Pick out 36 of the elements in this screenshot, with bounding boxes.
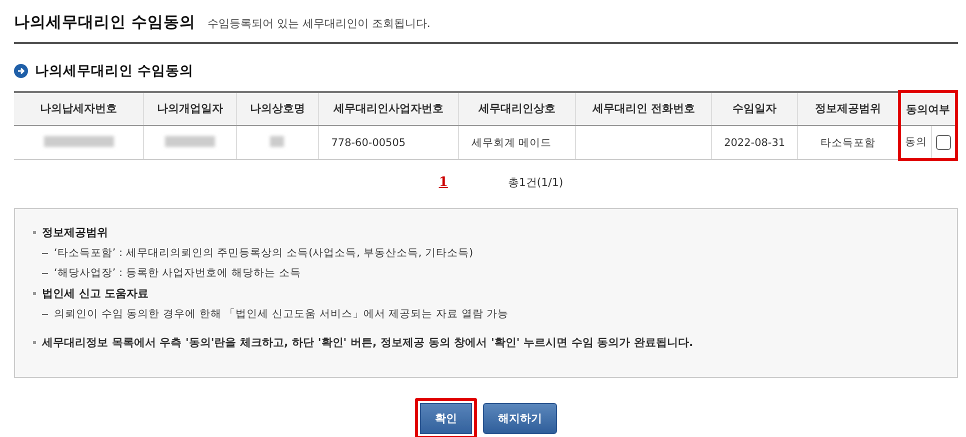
table-cell: 778-60-00505 [318, 126, 459, 160]
arrow-circle-icon [14, 64, 28, 78]
column-header: 세무대리인사업자번호 [318, 92, 459, 126]
info-text: 의뢰인이 수임 동의한 경우에 한해 「법인세 신고도움 서비스」에서 제공되는 자료 열람 가능 [54, 307, 509, 321]
bullet-icon [33, 292, 36, 295]
info-text: 법인세 신고 도움자료 [42, 286, 149, 301]
section-title: 나의세무대리인 수임동의 [35, 62, 194, 80]
column-header: 동의여부 [900, 92, 956, 126]
cancel-button[interactable]: 해지하기 [483, 403, 557, 434]
redacted-value [44, 136, 114, 146]
page-title: 나의세무대리인 수임동의 [14, 12, 196, 33]
column-header: 세무대리인 전화번호 [575, 92, 712, 126]
dash-icon [42, 252, 48, 254]
info-text: ‘타소득포함’ : 세무대리의뢰인의 주민등록상의 소득(사업소득, 부동산소득, 기타소득) [54, 246, 474, 260]
column-header: 나의납세자번호 [14, 92, 144, 126]
column-header: 나의개업일자 [144, 92, 236, 126]
info-text: ‘해당사업장’ : 등록한 사업자번호에 해당하는 소득 [54, 266, 301, 280]
checkbox[interactable] [936, 134, 951, 150]
redacted-value [270, 136, 284, 146]
page-subtitle: 수임등록되어 있는 세무대리인이 조회됩니다. [207, 16, 430, 31]
redacted-value [164, 136, 215, 146]
info-text: 정보제공범위 [42, 225, 108, 240]
column-header: 세무대리인상호 [458, 92, 576, 126]
dash-icon [42, 272, 48, 274]
table-cell: 세무회계 메이드 [458, 126, 576, 160]
bullet-icon [33, 341, 36, 344]
table-cell: 2022-08-31 [712, 126, 798, 160]
bullet-icon [33, 231, 36, 234]
column-header: 수임일자 [712, 92, 798, 126]
info-text: 세무대리정보 목록에서 우측 '동의'란을 체크하고, 하단 '확인' 버튼, 정보제공 동의 창에서 '확인' 누르시면 수임 동의가 완료됩니다. [42, 335, 694, 350]
confirm-button[interactable]: 확인 [415, 398, 477, 437]
result-count: 총1건(1/1) [508, 175, 564, 190]
column-header: 정보제공범위 [797, 92, 900, 126]
page-link[interactable]: 1 [438, 175, 448, 190]
column-header: 나의상호명 [236, 92, 319, 126]
table-cell: 동의 [900, 126, 932, 160]
